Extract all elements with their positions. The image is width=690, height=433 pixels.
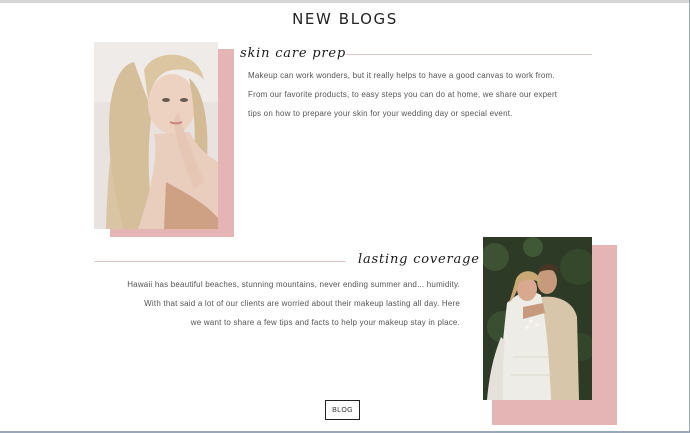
post-heading: lasting coverage: [358, 252, 480, 267]
blog-button[interactable]: BLOG: [325, 400, 360, 420]
excerpt-line: From our favorite products, to easy step…: [248, 90, 558, 99]
wedding-couple-image: [483, 237, 592, 400]
excerpt-line: we want to share a few tips and facts to…: [190, 318, 460, 327]
excerpt-line: Hawaii has beautiful beaches, stunning m…: [127, 280, 460, 289]
excerpt-line: tips on how to prepare your skin for you…: [248, 109, 513, 118]
excerpt-line: With that said a lot of our clients are …: [144, 299, 460, 308]
heading-divider: [346, 54, 592, 55]
heading-divider: [94, 261, 346, 262]
excerpt-line: Makeup can work wonders, but it really h…: [248, 71, 555, 80]
post-excerpt: Makeup can work wonders, but it really h…: [248, 66, 557, 123]
bride-portrait-image: [94, 42, 218, 229]
page-title: NEW BLOGS: [292, 10, 398, 28]
post-heading: skin care prep: [240, 46, 347, 61]
post-excerpt: Hawaii has beautiful beaches, stunning m…: [116, 275, 460, 332]
top-border: [0, 0, 690, 3]
